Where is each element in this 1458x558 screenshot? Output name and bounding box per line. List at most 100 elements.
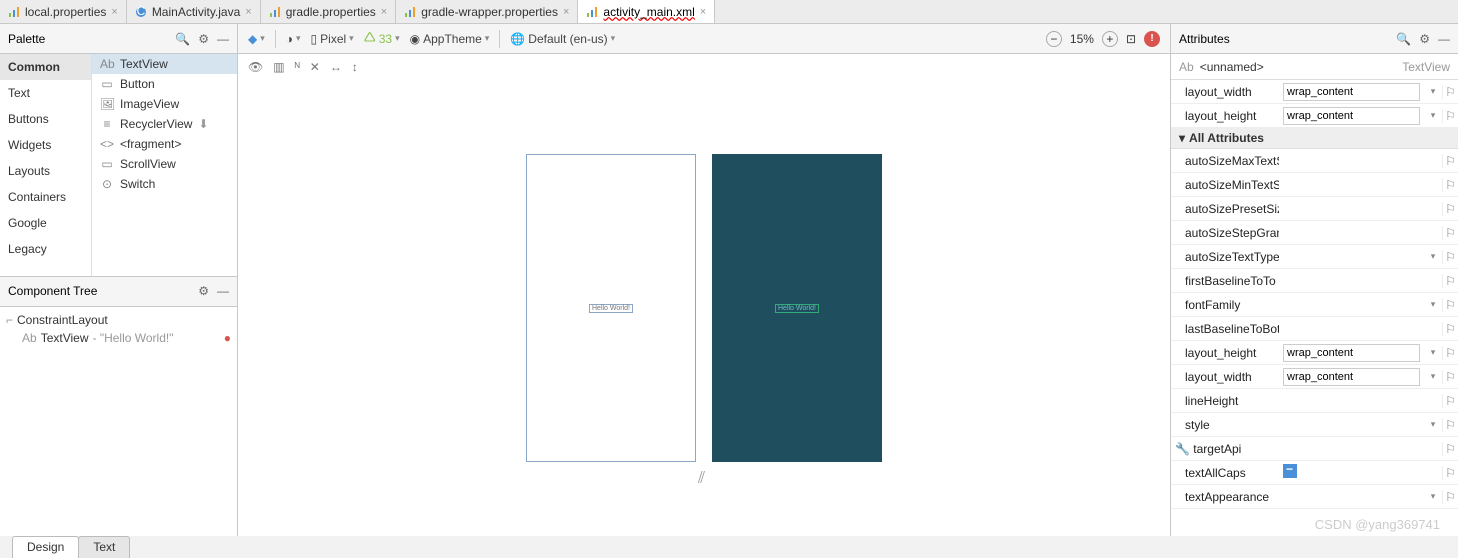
flag-icon[interactable]: ⚐ xyxy=(1442,178,1458,192)
flag-icon[interactable]: ⚐ xyxy=(1442,109,1458,123)
flag-icon[interactable]: ⚐ xyxy=(1442,394,1458,408)
magnet-off-icon[interactable]: ᴺ xyxy=(295,60,300,74)
close-icon[interactable]: × xyxy=(111,6,117,18)
cat-layouts[interactable]: Layouts xyxy=(0,158,91,184)
cat-google[interactable]: Google xyxy=(0,210,91,236)
attr-input[interactable] xyxy=(1283,107,1420,125)
dropdown-icon[interactable]: ▾ xyxy=(1424,347,1442,358)
dropdown-icon[interactable]: ▾ xyxy=(1424,110,1442,121)
flag-icon[interactable]: ⚐ xyxy=(1442,154,1458,168)
view-toolbar: 👁 ▥ ᴺ ✕ ↔ ↕ xyxy=(238,54,1170,80)
attr-input[interactable] xyxy=(1283,368,1420,386)
attr-input[interactable] xyxy=(1283,83,1420,101)
collapse-icon[interactable]: ▾ xyxy=(1179,131,1185,145)
expand-icon[interactable]: ↕ xyxy=(352,60,358,74)
gear-icon[interactable]: ⚙ xyxy=(198,32,209,46)
minimize-icon[interactable]: — xyxy=(217,32,229,46)
tab-local-properties[interactable]: local.properties × xyxy=(0,0,127,23)
clear-constraints-icon[interactable]: ✕ xyxy=(310,60,320,74)
cat-legacy[interactable]: Legacy xyxy=(0,236,91,262)
text-tab[interactable]: Text xyxy=(78,536,130,558)
cat-widgets[interactable]: Widgets xyxy=(0,132,91,158)
eye-icon[interactable]: 👁 xyxy=(248,60,263,74)
attr-name: lastBaselineToBot xyxy=(1171,322,1279,336)
tab-gradle-wrapper[interactable]: gradle-wrapper.properties × xyxy=(396,0,578,23)
flag-icon[interactable]: ⚐ xyxy=(1442,298,1458,312)
close-icon[interactable]: × xyxy=(245,6,251,18)
flag-icon[interactable]: ⚐ xyxy=(1442,370,1458,384)
minimize-icon[interactable]: — xyxy=(1438,32,1450,46)
cat-text[interactable]: Text xyxy=(0,80,91,106)
flag-icon[interactable]: ⚐ xyxy=(1442,250,1458,264)
pal-button[interactable]: ▭Button xyxy=(92,74,237,94)
cat-common[interactable]: Common xyxy=(0,54,91,80)
dropdown-icon[interactable]: ▾ xyxy=(1424,299,1442,310)
flag-icon[interactable]: ⚐ xyxy=(1442,490,1458,504)
attr-value xyxy=(1279,368,1424,386)
download-icon[interactable]: ⬇ xyxy=(198,117,208,131)
cat-containers[interactable]: Containers xyxy=(0,184,91,210)
search-icon[interactable]: 🔍 xyxy=(1396,32,1411,46)
gear-icon[interactable]: ⚙ xyxy=(198,284,209,298)
close-icon[interactable]: × xyxy=(563,6,569,18)
flag-icon[interactable]: ⚐ xyxy=(1442,85,1458,99)
search-icon[interactable]: 🔍 xyxy=(175,32,190,46)
hello-text[interactable]: Hello World! xyxy=(589,304,633,313)
design-canvas[interactable]: Hello World! Hello World! ⫽ xyxy=(238,80,1170,536)
close-icon[interactable]: × xyxy=(700,6,706,18)
flag-icon[interactable]: ⚐ xyxy=(1442,346,1458,360)
pal-scrollview[interactable]: ▭ScrollView xyxy=(92,154,237,174)
switch-icon: ⊙ xyxy=(100,177,114,191)
close-icon[interactable]: × xyxy=(381,6,387,18)
attr-section-all[interactable]: ▾ All Attributes xyxy=(1171,128,1458,149)
warning-icon[interactable]: ! xyxy=(1144,31,1160,47)
tree-root[interactable]: ⌐ ConstraintLayout xyxy=(6,311,231,329)
infer-constraints-icon[interactable]: ↔ xyxy=(330,60,342,74)
design-surface-dropdown[interactable]: ◆ xyxy=(248,32,265,46)
attr-name: autoSizeTextType xyxy=(1171,250,1279,264)
tree-header: Component Tree ⚙ — xyxy=(0,277,237,307)
api-dropdown[interactable]: 🛆 33 xyxy=(364,28,400,49)
zoom-in-icon[interactable]: + xyxy=(1102,31,1118,47)
flag-icon[interactable]: ⚐ xyxy=(1442,274,1458,288)
dropdown-icon[interactable]: ▾ xyxy=(1424,419,1442,430)
checkbox[interactable] xyxy=(1283,464,1297,478)
orientation-dropdown[interactable]: ◑ xyxy=(286,32,301,46)
flag-icon[interactable]: ⚐ xyxy=(1442,322,1458,336)
hello-text-blueprint[interactable]: Hello World! xyxy=(775,304,819,313)
flag-icon[interactable]: ⚐ xyxy=(1442,466,1458,480)
palette-body: Common Text Buttons Widgets Layouts Cont… xyxy=(0,54,237,277)
theme-dropdown[interactable]: ◉ AppTheme xyxy=(410,32,490,46)
pal-imageview[interactable]: 🖼ImageView xyxy=(92,94,237,114)
flag-icon[interactable]: ⚐ xyxy=(1442,202,1458,216)
flag-icon[interactable]: ⚐ xyxy=(1442,418,1458,432)
minimize-icon[interactable]: — xyxy=(217,284,229,298)
flag-icon[interactable]: ⚐ xyxy=(1442,226,1458,240)
blueprint-icon[interactable]: ▥ xyxy=(273,60,284,74)
pal-fragment[interactable]: <><fragment> xyxy=(92,134,237,154)
tree-child[interactable]: Ab TextView - "Hello World!" ● xyxy=(22,329,231,347)
pal-switch[interactable]: ⊙Switch xyxy=(92,174,237,194)
dropdown-icon[interactable]: ▾ xyxy=(1424,491,1442,502)
dropdown-icon[interactable]: ▾ xyxy=(1424,251,1442,262)
tab-main-activity[interactable]: C MainActivity.java × xyxy=(127,0,261,23)
device-preview-light[interactable]: Hello World! xyxy=(526,154,696,462)
dropdown-icon[interactable]: ▾ xyxy=(1424,86,1442,97)
tab-gradle-properties[interactable]: gradle.properties × xyxy=(261,0,397,23)
cat-buttons[interactable]: Buttons xyxy=(0,106,91,132)
zoom-out-icon[interactable]: − xyxy=(1046,31,1062,47)
locale-dropdown[interactable]: 🌐 Default (en-us) xyxy=(510,32,615,46)
design-tab[interactable]: Design xyxy=(12,536,79,558)
zoom-fit-icon[interactable]: ⊡ xyxy=(1126,32,1136,46)
resize-handle[interactable]: ⫽ xyxy=(698,470,705,488)
error-icon[interactable]: ● xyxy=(224,331,231,345)
device-preview-blueprint[interactable]: Hello World! xyxy=(712,154,882,462)
attr-input[interactable] xyxy=(1283,344,1420,362)
gear-icon[interactable]: ⚙ xyxy=(1419,32,1430,46)
pal-recyclerview[interactable]: ≡RecyclerView⬇ xyxy=(92,114,237,134)
tab-activity-main[interactable]: activity_main.xml × xyxy=(578,0,715,23)
flag-icon[interactable]: ⚐ xyxy=(1442,442,1458,456)
device-dropdown[interactable]: ▯ Pixel xyxy=(311,32,354,46)
dropdown-icon[interactable]: ▾ xyxy=(1424,371,1442,382)
pal-textview[interactable]: AbTextView xyxy=(92,54,237,74)
